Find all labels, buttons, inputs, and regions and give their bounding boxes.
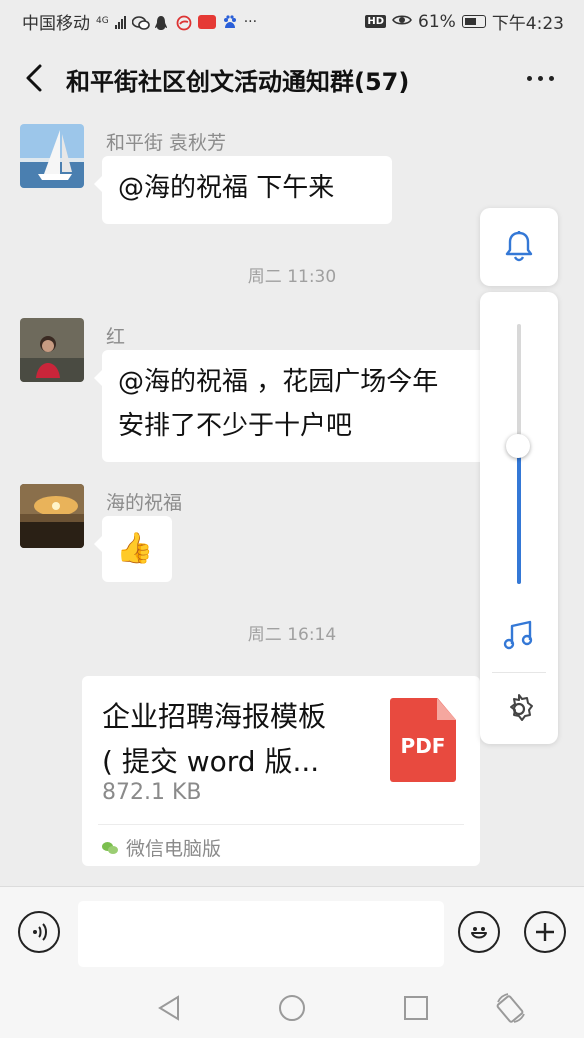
sender-name: 海的祝福: [106, 492, 183, 514]
volume-slider-handle[interactable]: [506, 434, 530, 459]
baidu-notification-icon: [222, 14, 238, 29]
avatar-sailboat[interactable]: [20, 124, 84, 188]
message-text: 安排了不少于十户吧: [118, 411, 353, 441]
music-note-icon[interactable]: [502, 618, 536, 652]
avatar-sunset[interactable]: [20, 484, 84, 548]
chat-title: 和平街社区创文活动通知群(57): [66, 68, 410, 96]
voice-icon: [33, 923, 47, 941]
volume-panel: [480, 292, 558, 744]
nav-home-icon[interactable]: [278, 994, 306, 1022]
message-bubble[interactable]: @海的祝福 下午来: [94, 156, 392, 224]
thumbs-up-icon: 👍: [116, 531, 154, 566]
sender-name: 红: [106, 326, 126, 348]
back-arrow-icon: [26, 64, 42, 92]
emoji-button[interactable]: [458, 911, 500, 953]
sender-name: 和平街 袁秋芳: [106, 132, 227, 154]
message-bubble[interactable]: 👍: [94, 516, 172, 582]
app-notification-icon: [176, 15, 192, 30]
nav-back-icon[interactable]: [156, 994, 182, 1022]
file-source: 微信电脑版: [102, 834, 221, 861]
plus-icon: [536, 923, 554, 941]
battery-icon: [461, 15, 486, 28]
avatar-woman[interactable]: [20, 318, 84, 382]
clock: 下午4:23: [491, 14, 564, 34]
pdf-label: PDF: [400, 734, 446, 758]
network-type: 4G: [96, 16, 109, 26]
settings-gear-icon[interactable]: [502, 692, 536, 726]
qq-notification-icon: [154, 15, 170, 30]
message-text: @海的祝福 ，花园广场今年: [118, 367, 439, 397]
chat-header: 和平街社区创文活动通知群(57): [0, 40, 584, 116]
toutiao-notification-icon: [197, 14, 216, 29]
screen-rotate-icon[interactable]: [494, 992, 528, 1024]
file-size: 872.1 KB: [102, 780, 202, 805]
nav-recents-icon[interactable]: [402, 994, 430, 1022]
message-input[interactable]: [78, 901, 444, 967]
eye-comfort-icon: [392, 12, 412, 32]
wechat-icon: [102, 841, 118, 854]
battery-percent: 61%: [418, 11, 456, 32]
input-bar: [0, 886, 584, 979]
bell-icon: [505, 231, 533, 262]
message-bubble[interactable]: @海的祝福 ，花园广场今年 安排了不少于十户吧: [94, 350, 502, 462]
add-more-button[interactable]: [524, 911, 566, 953]
carrier-label: 中国移动: [22, 14, 90, 34]
message-text: @海的祝福 下午来: [118, 173, 335, 203]
volume-fill: [517, 446, 521, 584]
file-message-card[interactable]: 企业招聘海报模板 ( 提交 word 版... 872.1 KB PDF 微信电…: [82, 676, 480, 866]
smiley-icon: [471, 927, 487, 939]
status-bar: 中国移动 4G ··· HD 61% 下午4:23: [0, 0, 584, 40]
wechat-notification-icon: [131, 15, 150, 30]
more-options-button[interactable]: [527, 76, 554, 81]
signal-icon: [114, 15, 126, 29]
notification-bell-button[interactable]: [480, 208, 558, 286]
hd-badge: HD: [365, 15, 387, 28]
file-name: 企业招聘海报模板 ( 提交 word 版...: [102, 700, 327, 778]
system-nav-bar: [0, 978, 584, 1038]
back-button[interactable]: [22, 62, 50, 94]
voice-input-button[interactable]: [18, 911, 60, 953]
more-notifications-icon: ···: [243, 13, 258, 30]
